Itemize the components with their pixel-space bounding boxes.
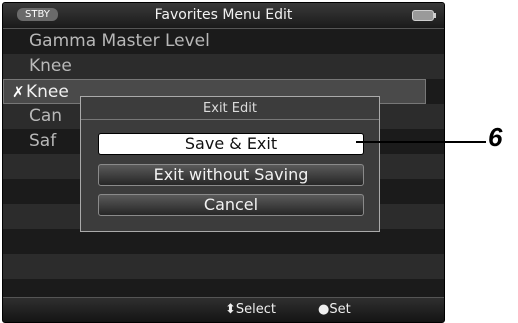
battery-icon (412, 10, 436, 21)
page-title: Favorites Menu Edit (154, 7, 293, 23)
save-exit-button[interactable]: Save & Exit (98, 133, 364, 155)
dialog-title: Exit Edit (203, 101, 257, 116)
menu-item-label: Gamma Master Level (29, 31, 210, 51)
select-hint: ⬍Select (225, 302, 276, 317)
callout-number: 6 (488, 122, 503, 152)
dialog-divider (81, 119, 379, 120)
menu-item-label: Knee (29, 56, 72, 76)
remove-mark-icon: ✗ (12, 83, 25, 101)
menu-item-label: Knee (26, 82, 69, 102)
camera-lcd-screen: STBY Favorites Menu Edit Gamma Master Le… (2, 2, 445, 323)
set-hint: ●Set (318, 302, 351, 317)
title-bar: STBY Favorites Menu Edit (3, 3, 444, 29)
empty-row (3, 254, 444, 279)
menu-item-gamma-master-level[interactable]: Gamma Master Level (3, 29, 444, 54)
exit-without-saving-button[interactable]: Exit without Saving (98, 164, 364, 186)
cancel-button[interactable]: Cancel (98, 194, 364, 216)
operation-guide-bar: ⬍Select ●Set (3, 297, 444, 322)
exit-edit-dialog: Exit Edit Save & Exit Exit without Savin… (80, 96, 380, 232)
menu-item-label: Saf (29, 131, 57, 151)
empty-row (3, 229, 444, 254)
callout-leader-line (356, 141, 486, 143)
menu-item-knee[interactable]: Knee (3, 54, 444, 79)
menu-item-label: Can (29, 106, 63, 126)
